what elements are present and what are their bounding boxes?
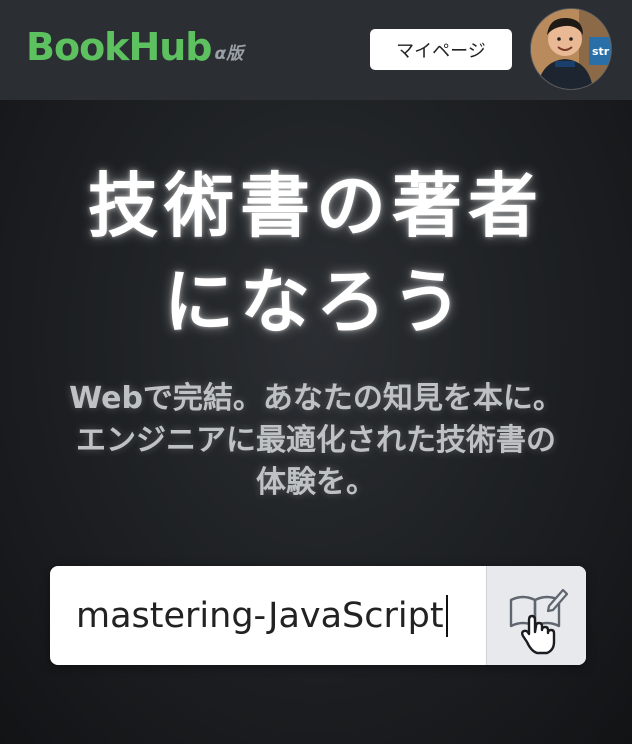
mypage-button[interactable]: マイページ [370,29,512,70]
headline-line-2: になろう [164,261,468,343]
headline-line-1: 技術書の著者 [88,165,544,247]
avatar[interactable]: str [531,9,611,89]
open-book-pen-icon [509,588,568,654]
page: BookHub α版 マイページ str 技術書の著者 になろう Webで完結。… [0,0,632,744]
subtext-line-3: 体験を。 [256,465,376,500]
header: BookHub α版 マイページ str [0,0,632,100]
subtext-line-2: エンジニアに最適化された技術書の [76,423,556,458]
hand-pointer-icon [520,614,555,654]
create-book-button[interactable] [486,566,586,665]
book-slug-form: mastering-JavaScript [50,566,586,665]
book-slug-value: mastering-JavaScript [76,595,444,636]
svg-text:str: str [592,45,610,58]
logo[interactable]: BookHub α版 [26,26,243,68]
logo-text: BookHub [26,25,213,69]
user-avatar-icon: str [531,9,611,89]
hero-subtext: Webで完結。あなたの知見を本に。 エンジニアに最適化された技術書の 体験を。 [0,378,632,504]
hero-headline: 技術書の著者 になろう [0,158,632,350]
book-slug-input[interactable]: mastering-JavaScript [50,566,486,665]
text-caret [445,594,448,637]
subtext-line-1: Webで完結。あなたの知見を本に。 [69,381,563,416]
alpha-badge: α版 [214,44,244,64]
